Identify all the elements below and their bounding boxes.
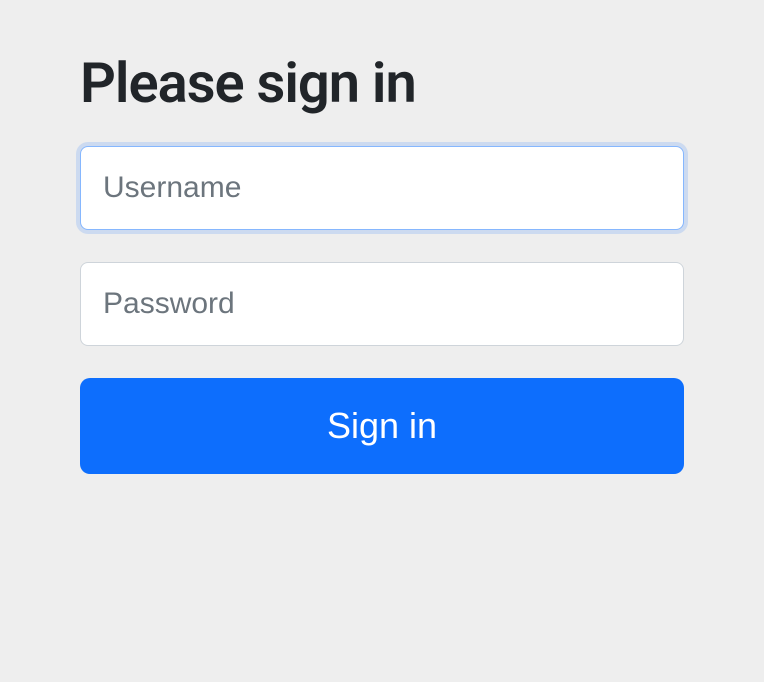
- page-title: Please sign in: [80, 50, 684, 116]
- password-input[interactable]: [80, 262, 684, 346]
- signin-button[interactable]: Sign in: [80, 378, 684, 474]
- username-input[interactable]: [80, 146, 684, 230]
